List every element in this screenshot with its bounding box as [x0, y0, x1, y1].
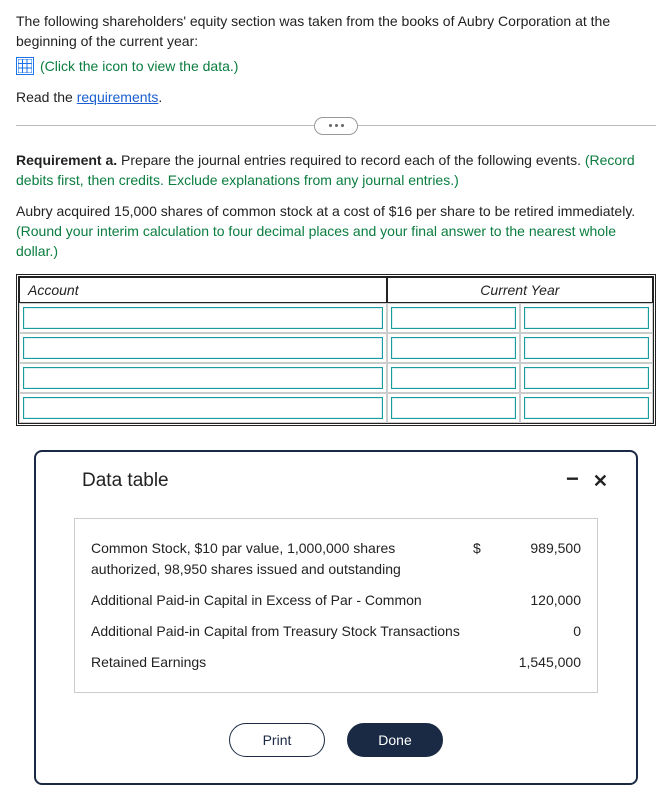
- done-button[interactable]: Done: [347, 723, 443, 757]
- debit-input[interactable]: [391, 307, 516, 329]
- requirement-text: Prepare the journal entries required to …: [117, 152, 585, 168]
- data-label: Additional Paid-in Capital from Treasury…: [91, 621, 473, 642]
- data-table-content: Common Stock, $10 par value, 1,000,000 s…: [74, 518, 598, 693]
- account-input[interactable]: [23, 337, 383, 359]
- data-label: Retained Earnings: [91, 652, 473, 673]
- table-row: [19, 303, 653, 333]
- close-icon[interactable]: ✕: [593, 472, 608, 490]
- data-table-modal: Data table − ✕ Common Stock, $10 par val…: [34, 450, 638, 785]
- account-input[interactable]: [23, 397, 383, 419]
- table-row: [19, 333, 653, 363]
- minimize-icon[interactable]: −: [566, 468, 579, 490]
- data-label: Common Stock, $10 par value, 1,000,000 s…: [91, 538, 473, 580]
- account-input[interactable]: [23, 367, 383, 389]
- print-button[interactable]: Print: [229, 723, 325, 757]
- journal-entry-table: Account Current Year: [16, 274, 656, 426]
- requirement-block: Requirement a. Prepare the journal entri…: [16, 150, 656, 191]
- data-row: Retained Earnings 1,545,000: [91, 647, 581, 678]
- data-value: 120,000: [491, 590, 581, 611]
- credit-input[interactable]: [524, 307, 649, 329]
- event-note: (Round your interim calculation to four …: [16, 223, 616, 259]
- credit-input[interactable]: [524, 367, 649, 389]
- read-requirements-line: Read the requirements.: [16, 89, 656, 105]
- read-prefix: Read the: [16, 89, 77, 105]
- debit-input[interactable]: [391, 367, 516, 389]
- data-row: Additional Paid-in Capital from Treasury…: [91, 616, 581, 647]
- credit-input[interactable]: [524, 397, 649, 419]
- table-row: [19, 363, 653, 393]
- debit-input[interactable]: [391, 397, 516, 419]
- event-block: Aubry acquired 15,000 shares of common s…: [16, 201, 656, 262]
- data-value: 0: [491, 621, 581, 642]
- view-data-link[interactable]: (Click the icon to view the data.): [40, 58, 238, 74]
- intro-text: The following shareholders' equity secti…: [16, 12, 656, 51]
- requirements-link[interactable]: requirements: [77, 89, 159, 105]
- table-row: [19, 393, 653, 423]
- expand-pill[interactable]: [314, 117, 358, 135]
- data-row: Additional Paid-in Capital in Excess of …: [91, 585, 581, 616]
- data-label: Additional Paid-in Capital in Excess of …: [91, 590, 473, 611]
- requirement-label: Requirement a.: [16, 152, 117, 168]
- modal-title: Data table: [64, 470, 169, 492]
- debit-input[interactable]: [391, 337, 516, 359]
- period-header: Current Year: [387, 277, 653, 303]
- read-suffix: .: [158, 89, 162, 105]
- data-value: 989,500: [491, 538, 581, 559]
- data-row: Common Stock, $10 par value, 1,000,000 s…: [91, 533, 581, 585]
- currency-symbol: $: [473, 538, 491, 559]
- account-header: Account: [19, 277, 387, 303]
- event-text: Aubry acquired 15,000 shares of common s…: [16, 203, 635, 219]
- credit-input[interactable]: [524, 337, 649, 359]
- data-table-icon[interactable]: [16, 57, 34, 75]
- account-input[interactable]: [23, 307, 383, 329]
- data-value: 1,545,000: [491, 652, 581, 673]
